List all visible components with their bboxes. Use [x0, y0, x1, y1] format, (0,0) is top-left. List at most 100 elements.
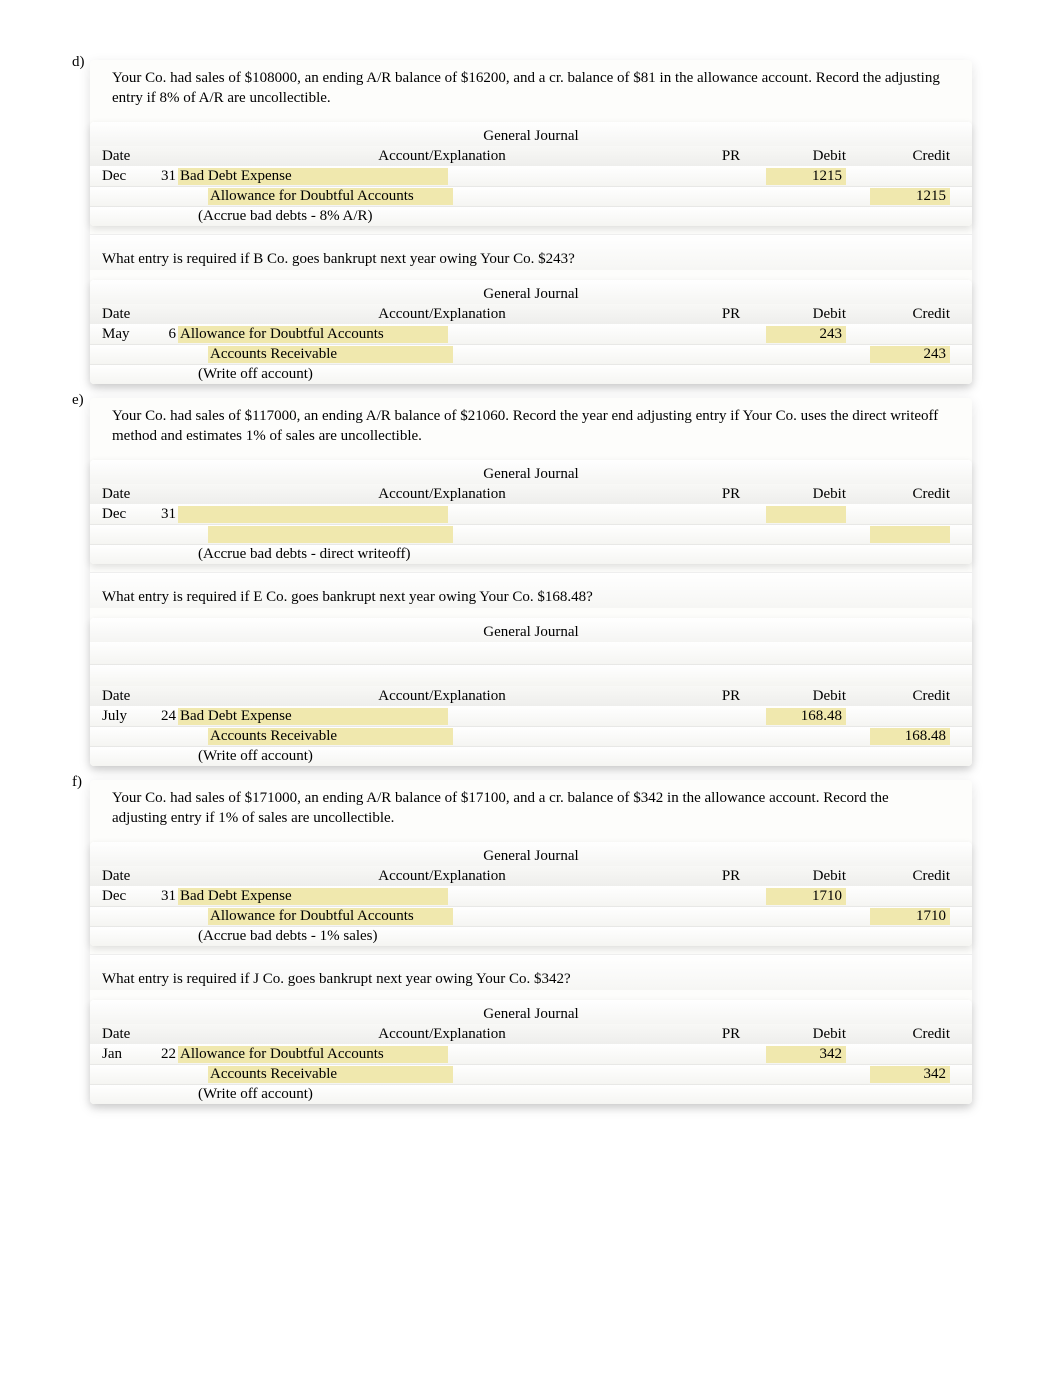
cell-credit: 168.48: [860, 728, 960, 745]
cell-month: Dec: [102, 888, 152, 905]
hdr-acct: Account/Explanation: [178, 688, 706, 705]
answer-account-field[interactable]: Accounts Receivable: [208, 1066, 453, 1083]
journal-header-row: DateAccount/ExplanationPRDebitCredit: [90, 686, 972, 706]
journal-row: July24Bad Debt Expense168.48: [90, 706, 972, 726]
journal-header-row: DateAccount/ExplanationPRDebitCredit: [90, 146, 972, 166]
answer-account-field[interactable]: [178, 506, 448, 523]
answer-account-field[interactable]: Bad Debt Expense: [178, 888, 448, 905]
journal-row: (Write off account): [90, 746, 972, 766]
cell-debit: [756, 506, 860, 523]
general-journal: General JournalDateAccount/ExplanationPR…: [90, 122, 972, 226]
answer-account-field[interactable]: Allowance for Doubtful Accounts: [178, 1046, 448, 1063]
answer-credit-field[interactable]: 168.48: [870, 728, 950, 745]
answer-account-field[interactable]: Accounts Receivable: [208, 728, 453, 745]
cell-debit: 1710: [756, 888, 860, 905]
journal-row: (Accrue bad debts - 8% A/R): [90, 206, 972, 226]
answer-account-field[interactable]: Accounts Receivable: [208, 346, 453, 363]
cell-account: Accounts Receivable: [178, 728, 706, 745]
answer-credit-field[interactable]: [870, 526, 950, 543]
cell-account: (Accrue bad debts - direct writeoff): [178, 546, 706, 563]
journal-spacer-row: [90, 664, 972, 686]
cell-day: 31: [152, 168, 178, 185]
cell-account: Accounts Receivable: [178, 1066, 706, 1083]
problem-prompt: Your Co. had sales of $108000, an ending…: [90, 65, 972, 112]
answer-debit-field[interactable]: 1215: [766, 168, 846, 185]
cell-month: May: [102, 326, 152, 343]
journal-row: Dec31Bad Debt Expense 1710: [90, 886, 972, 906]
hdr-debit: Debit: [756, 688, 860, 705]
answer-account-field[interactable]: Bad Debt Expense: [178, 708, 448, 725]
journal-title: General Journal: [90, 122, 972, 146]
answer-debit-field[interactable]: 168.48: [766, 708, 846, 725]
cell-account: Allowance for Doubtful Accounts: [178, 1046, 706, 1063]
hdr-credit: Credit: [860, 306, 960, 323]
answer-debit-field[interactable]: 1710: [766, 888, 846, 905]
sub-question: What entry is required if E Co. goes ban…: [90, 572, 972, 608]
cell-month: July: [102, 708, 152, 725]
cell-account: [178, 506, 706, 523]
cell-account: Accounts Receivable: [178, 346, 706, 363]
answer-debit-field[interactable]: 243: [766, 326, 846, 343]
answer-debit-field[interactable]: [766, 506, 846, 523]
answer-credit-field[interactable]: 342: [870, 1066, 950, 1083]
hdr-pr: PR: [706, 148, 756, 165]
hdr-date: Date: [102, 868, 152, 885]
journal-row: (Accrue bad debts - direct writeoff): [90, 544, 972, 564]
hdr-debit: Debit: [756, 868, 860, 885]
hdr-acct: Account/Explanation: [178, 486, 706, 503]
problem-letter: e): [72, 392, 84, 409]
answer-account-field[interactable]: Allowance for Doubtful Accounts: [208, 188, 453, 205]
answer-account-field[interactable]: Allowance for Doubtful Accounts: [208, 908, 453, 925]
answer-debit-field[interactable]: 342: [766, 1046, 846, 1063]
answer-account-field[interactable]: Allowance for Doubtful Accounts: [178, 326, 448, 343]
cell-account: (Accrue bad debts - 1% sales): [178, 928, 706, 945]
answer-credit-field[interactable]: 1215: [870, 188, 950, 205]
journal-row: Allowance for Doubtful Accounts 1710: [90, 906, 972, 926]
journal-spacer-row: [90, 642, 972, 664]
answer-account-field[interactable]: [208, 526, 453, 543]
problem-letter: f): [72, 774, 82, 791]
problem-letter: d): [72, 54, 85, 71]
cell-account: Bad Debt Expense: [178, 708, 706, 725]
journal-title: General Journal: [90, 618, 972, 642]
cell-credit: 1710: [860, 908, 960, 925]
journal-row: (Write off account): [90, 1084, 972, 1104]
cell-day: 31: [152, 888, 178, 905]
cell-memo-text: (Accrue bad debts - 8% A/R): [178, 208, 373, 224]
answer-credit-field[interactable]: 243: [870, 346, 950, 363]
hdr-acct: Account/Explanation: [178, 868, 706, 885]
answer-credit-field[interactable]: 1710: [870, 908, 950, 925]
hdr-debit: Debit: [756, 148, 860, 165]
cell-account: Allowance for Doubtful Accounts: [178, 908, 706, 925]
cell-day: 22: [152, 1046, 178, 1063]
sub-question: What entry is required if B Co. goes ban…: [90, 234, 972, 270]
cell-account: Allowance for Doubtful Accounts: [178, 188, 706, 205]
hdr-date: Date: [102, 486, 152, 503]
journal-title: General Journal: [90, 1000, 972, 1024]
hdr-debit: Debit: [756, 1026, 860, 1043]
cell-account: Bad Debt Expense: [178, 168, 706, 185]
journal-title: General Journal: [90, 842, 972, 866]
problem-prompt: Your Co. had sales of $171000, an ending…: [90, 785, 972, 832]
cell-month: Dec: [102, 506, 152, 523]
journal-row: [90, 524, 972, 544]
journal-row: (Accrue bad debts - 1% sales): [90, 926, 972, 946]
cell-debit: 243: [756, 326, 860, 343]
hdr-date: Date: [102, 1026, 152, 1043]
hdr-debit: Debit: [756, 486, 860, 503]
cell-debit: 1215: [756, 168, 860, 185]
hdr-credit: Credit: [860, 868, 960, 885]
journal-header-row: DateAccount/ExplanationPRDebitCredit: [90, 866, 972, 886]
problem: e)Your Co. had sales of $117000, an endi…: [90, 398, 972, 450]
journal-row: Accounts Receivable 243: [90, 344, 972, 364]
cell-day: 6: [152, 326, 178, 343]
hdr-pr: PR: [706, 688, 756, 705]
hdr-credit: Credit: [860, 148, 960, 165]
journal-row: Accounts Receivable 168.48: [90, 726, 972, 746]
answer-account-field[interactable]: Bad Debt Expense: [178, 168, 448, 185]
general-journal: General JournalDateAccount/ExplanationPR…: [90, 842, 972, 946]
general-journal: General Journal DateAccount/ExplanationPR…: [90, 618, 972, 766]
journal-row: Dec31: [90, 504, 972, 524]
cell-memo-text: (Accrue bad debts - 1% sales): [178, 928, 378, 944]
cell-account: (Accrue bad debts - 8% A/R): [178, 208, 706, 225]
